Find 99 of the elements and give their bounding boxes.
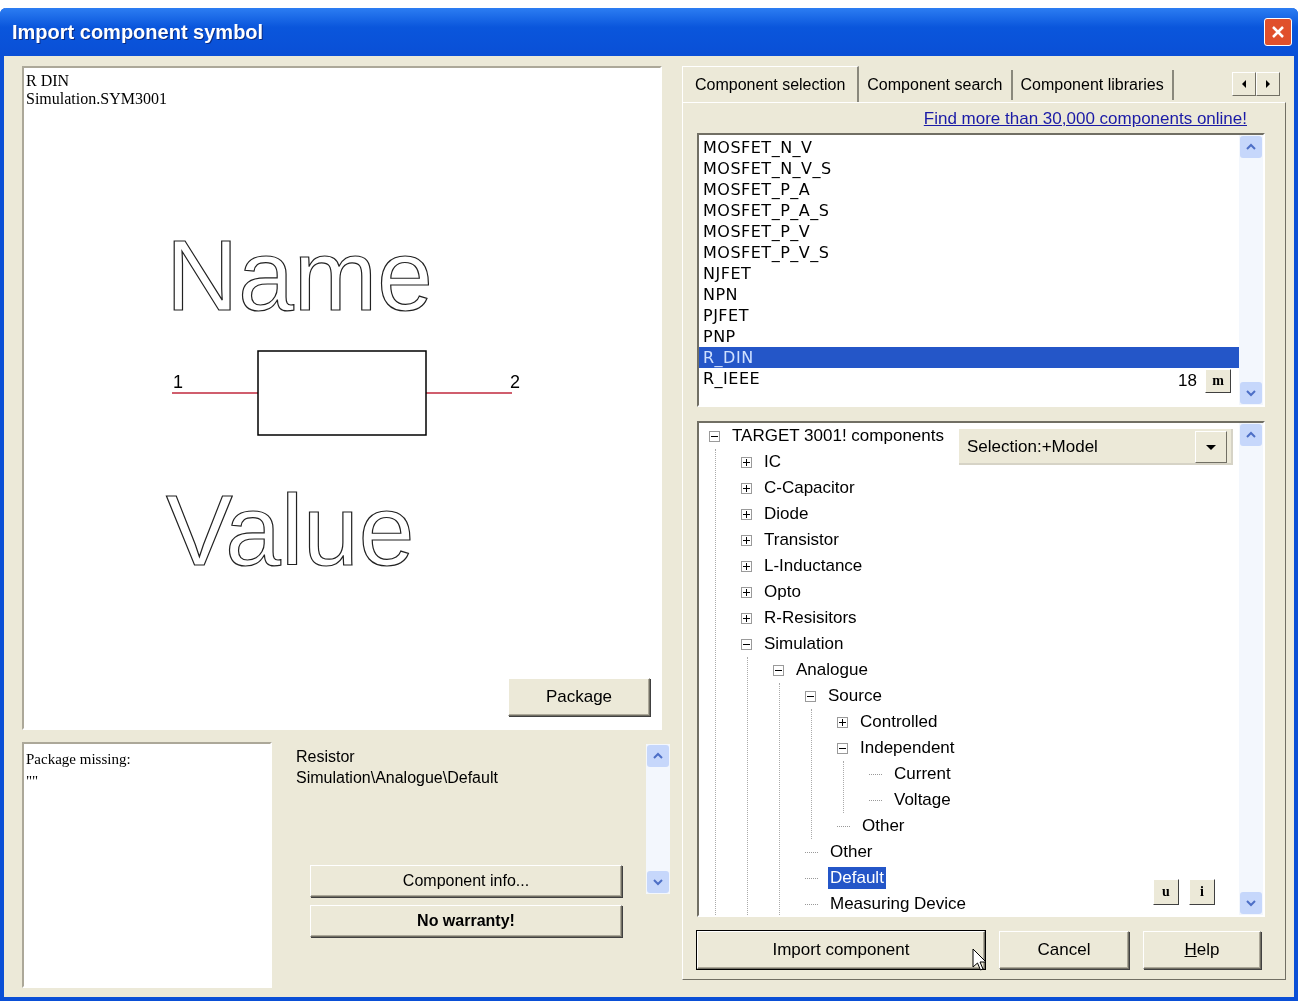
symbol-name: R DIN — [26, 72, 70, 90]
plus-icon — [742, 587, 751, 597]
component-list[interactable]: MOSFET_N_V MOSFET_N_V_S MOSFET_P_A MOSFET_P_A_S MOSFET_P_V MOSFET_P_V_S NJFET NPN PJFET PNP R_DIN R_IEEE 18 m — [697, 133, 1265, 407]
tree-item[interactable]: L-Inductance — [762, 555, 865, 577]
chevron-down-icon — [652, 876, 664, 888]
status-text: Package missing: — [26, 750, 131, 769]
tree-toggle[interactable] — [741, 482, 752, 494]
plus-icon — [838, 717, 847, 727]
caret-down-icon — [1205, 443, 1217, 451]
scroll-down-button[interactable] — [1240, 382, 1262, 404]
tree-tool-button[interactable]: u — [1153, 879, 1179, 905]
name-placeholder-text: Name — [166, 219, 433, 331]
dialog-button[interactable]: Help — [1143, 931, 1261, 969]
info-text: Resistor — [296, 747, 355, 767]
online-components-link[interactable]: Find more than 30,000 components online! — [923, 109, 1247, 129]
list-item[interactable]: NPN — [699, 284, 739, 305]
mouse-pointer-icon — [972, 948, 988, 972]
info-button[interactable]: No warranty! — [310, 905, 622, 937]
tree-item[interactable]: Other — [860, 815, 907, 837]
component-tree[interactable] — [697, 421, 1265, 917]
tree-toggle[interactable] — [741, 508, 752, 520]
status-text: "" — [26, 772, 39, 791]
plus-icon — [742, 509, 751, 519]
tree-toggle[interactable] — [741, 586, 752, 598]
tree-toggle[interactable] — [837, 742, 848, 754]
list-item[interactable]: R_IEEE — [699, 368, 761, 389]
tree-item[interactable]: TARGET 3001! components — [730, 425, 946, 447]
list-item[interactable]: NJFET — [699, 263, 752, 284]
plus-icon — [742, 535, 751, 545]
value-placeholder-text: Value — [166, 474, 415, 586]
m-button[interactable]: m — [1205, 369, 1231, 393]
list-item[interactable]: MOSFET_P_A — [699, 179, 811, 200]
scroll-up-button[interactable] — [1240, 136, 1262, 158]
tree-item[interactable]: Voltage — [892, 789, 953, 811]
tree-toggle[interactable] — [837, 716, 848, 728]
tree-toggle[interactable] — [773, 664, 784, 676]
list-item[interactable]: MOSFET_P_A_S — [699, 200, 830, 221]
window-title: Import component symbol — [12, 20, 264, 44]
plus-icon — [742, 613, 751, 623]
tree-item[interactable]: Transistor — [762, 529, 841, 551]
tree-item[interactable]: Source — [826, 685, 884, 707]
tree-item[interactable]: Measuring Device — [828, 893, 969, 915]
tree-item[interactable]: IC — [762, 451, 783, 473]
list-item[interactable]: MOSFET_N_V — [699, 137, 813, 158]
scroll-left-button[interactable] — [1232, 72, 1256, 96]
count-text: 18 — [1178, 371, 1197, 391]
plus-icon — [742, 483, 751, 493]
tree-toggle[interactable] — [805, 690, 816, 702]
info-text: Simulation\Analogue\Default — [296, 768, 498, 788]
tree-item[interactable]: Current — [892, 763, 953, 785]
list-item[interactable]: MOSFET_P_V — [699, 221, 811, 242]
triangle-right-icon — [1263, 78, 1273, 90]
dropdown-value: Selection:+Model — [967, 437, 1098, 457]
tree-toggle[interactable] — [741, 638, 752, 650]
scroll-up-button[interactable] — [1240, 424, 1262, 446]
tree-item[interactable]: Diode — [762, 503, 811, 525]
pin-number: 2 — [510, 372, 520, 392]
chevron-down-icon — [1245, 897, 1257, 909]
tree-toggle[interactable] — [709, 430, 720, 442]
scroll-right-button[interactable] — [1256, 72, 1280, 96]
tree-item[interactable]: Simulation — [762, 633, 846, 655]
tree-item[interactable]: C-Capacitor — [762, 477, 857, 499]
close-icon — [1270, 24, 1286, 40]
tree-item[interactable]: Opto — [762, 581, 803, 603]
dialog-button[interactable]: Import component — [697, 931, 985, 969]
pin-number: 1 — [173, 372, 183, 392]
dropdown-button[interactable] — [1195, 431, 1227, 463]
scroll-down-button[interactable] — [1240, 892, 1262, 914]
plus-icon — [742, 561, 751, 571]
list-item[interactable]: PNP — [699, 326, 736, 347]
tree-toggle[interactable] — [741, 612, 752, 624]
scroll-down-button[interactable] — [647, 871, 669, 893]
scrollbar[interactable] — [1239, 423, 1263, 915]
tree-item[interactable]: Controlled — [858, 711, 940, 733]
close-button[interactable] — [1264, 18, 1292, 46]
list-item[interactable]: R_DIN — [699, 347, 1239, 368]
info-button[interactable]: Component info... — [310, 865, 622, 897]
tree-item[interactable]: Independent — [858, 737, 957, 759]
symbol-file: Simulation.SYM3001 — [26, 90, 167, 108]
tree-item[interactable]: R-Resisitors — [762, 607, 859, 629]
dialog-button[interactable]: Cancel — [999, 931, 1129, 969]
tree-tool-button[interactable]: i — [1189, 879, 1215, 905]
tab[interactable]: Component selection — [682, 66, 860, 102]
scrollbar[interactable] — [1239, 135, 1263, 405]
plus-icon — [742, 457, 751, 467]
tree-item[interactable]: Default — [828, 867, 886, 889]
tree-toggle[interactable] — [741, 534, 752, 546]
tree-toggle[interactable] — [741, 456, 752, 468]
tree-item[interactable]: Other — [828, 841, 875, 863]
scrollbar[interactable] — [646, 744, 670, 894]
list-item[interactable]: MOSFET_P_V_S — [699, 242, 830, 263]
selection-dropdown[interactable]: Selection:+Model — [959, 429, 1233, 465]
package-button[interactable]: Package — [508, 678, 650, 716]
tree-toggle[interactable] — [741, 560, 752, 572]
tree-item[interactable]: Analogue — [794, 659, 870, 681]
chevron-down-icon — [1245, 387, 1257, 399]
list-item[interactable]: MOSFET_N_V_S — [699, 158, 832, 179]
scroll-up-button[interactable] — [647, 745, 669, 767]
list-item[interactable]: PJFET — [699, 305, 749, 326]
